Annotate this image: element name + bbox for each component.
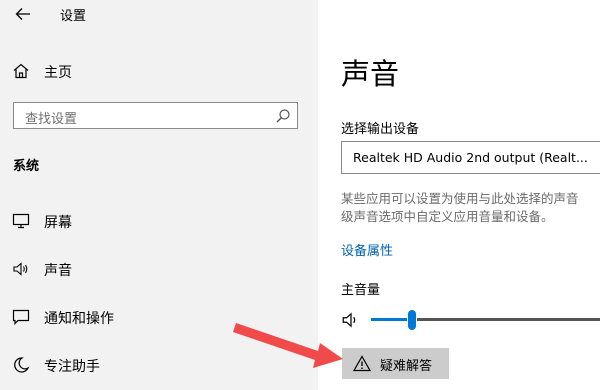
description-line: 级声音选项中自定义应用音量和设备。	[341, 209, 554, 224]
sidebar-item-home[interactable]: 主页	[0, 53, 318, 89]
sidebar-item-label: 专注助手	[44, 359, 100, 375]
sidebar-item-sound[interactable]: 声音	[0, 251, 318, 287]
output-device-select[interactable]: Realtek HD Audio 2nd output (Realt...	[341, 141, 600, 174]
moon-icon	[14, 357, 30, 373]
back-arrow-icon	[15, 8, 30, 20]
slider-track-filled	[371, 318, 407, 321]
sidebar-item-notifications[interactable]: 通知和操作	[0, 299, 318, 335]
speaker-icon	[13, 262, 28, 276]
notification-icon	[12, 309, 30, 325]
warning-icon	[353, 355, 371, 372]
sidebar-item-label: 屏幕	[44, 215, 72, 231]
window-title: 设置	[60, 9, 87, 24]
master-volume-label: 主音量	[341, 283, 381, 298]
page-title: 声音	[341, 57, 400, 91]
back-button[interactable]	[12, 4, 34, 24]
volume-icon[interactable]	[341, 310, 361, 330]
output-device-label: 选择输出设备	[341, 122, 420, 137]
sidebar-item-focus-assist[interactable]: 专注助手	[0, 347, 318, 383]
sidebar-item-label: 主页	[44, 65, 72, 81]
device-properties-link[interactable]: 设备属性	[341, 240, 393, 259]
search-placeholder: 查找设置	[25, 112, 78, 127]
monitor-icon	[12, 213, 30, 229]
description-line: 某些应用可以设置为使用与此处选择的声音	[341, 191, 579, 206]
sidebar-item-label: 通知和操作	[44, 311, 114, 327]
troubleshoot-label: 疑难解答	[380, 359, 433, 374]
search-icon	[276, 109, 290, 123]
home-icon	[13, 63, 29, 79]
sidebar: 设置 主页 查找设置 系统 屏幕 声音 通知和操作 专注助手	[0, 0, 318, 390]
sidebar-item-display[interactable]: 屏幕	[0, 203, 318, 239]
search-input[interactable]: 查找设置	[13, 102, 298, 129]
output-device-value: Realtek HD Audio 2nd output (Realt...	[353, 150, 588, 165]
slider-thumb[interactable]	[408, 310, 416, 330]
slider-track-rest	[417, 318, 600, 321]
troubleshoot-button[interactable]: 疑难解答	[342, 348, 449, 379]
section-title: 系统	[13, 159, 40, 174]
output-description: 某些应用可以设置为使用与此处选择的声音 级声音选项中自定义应用音量和设备。	[341, 190, 579, 226]
sidebar-item-label: 声音	[44, 263, 72, 279]
master-volume-slider[interactable]	[371, 304, 600, 336]
